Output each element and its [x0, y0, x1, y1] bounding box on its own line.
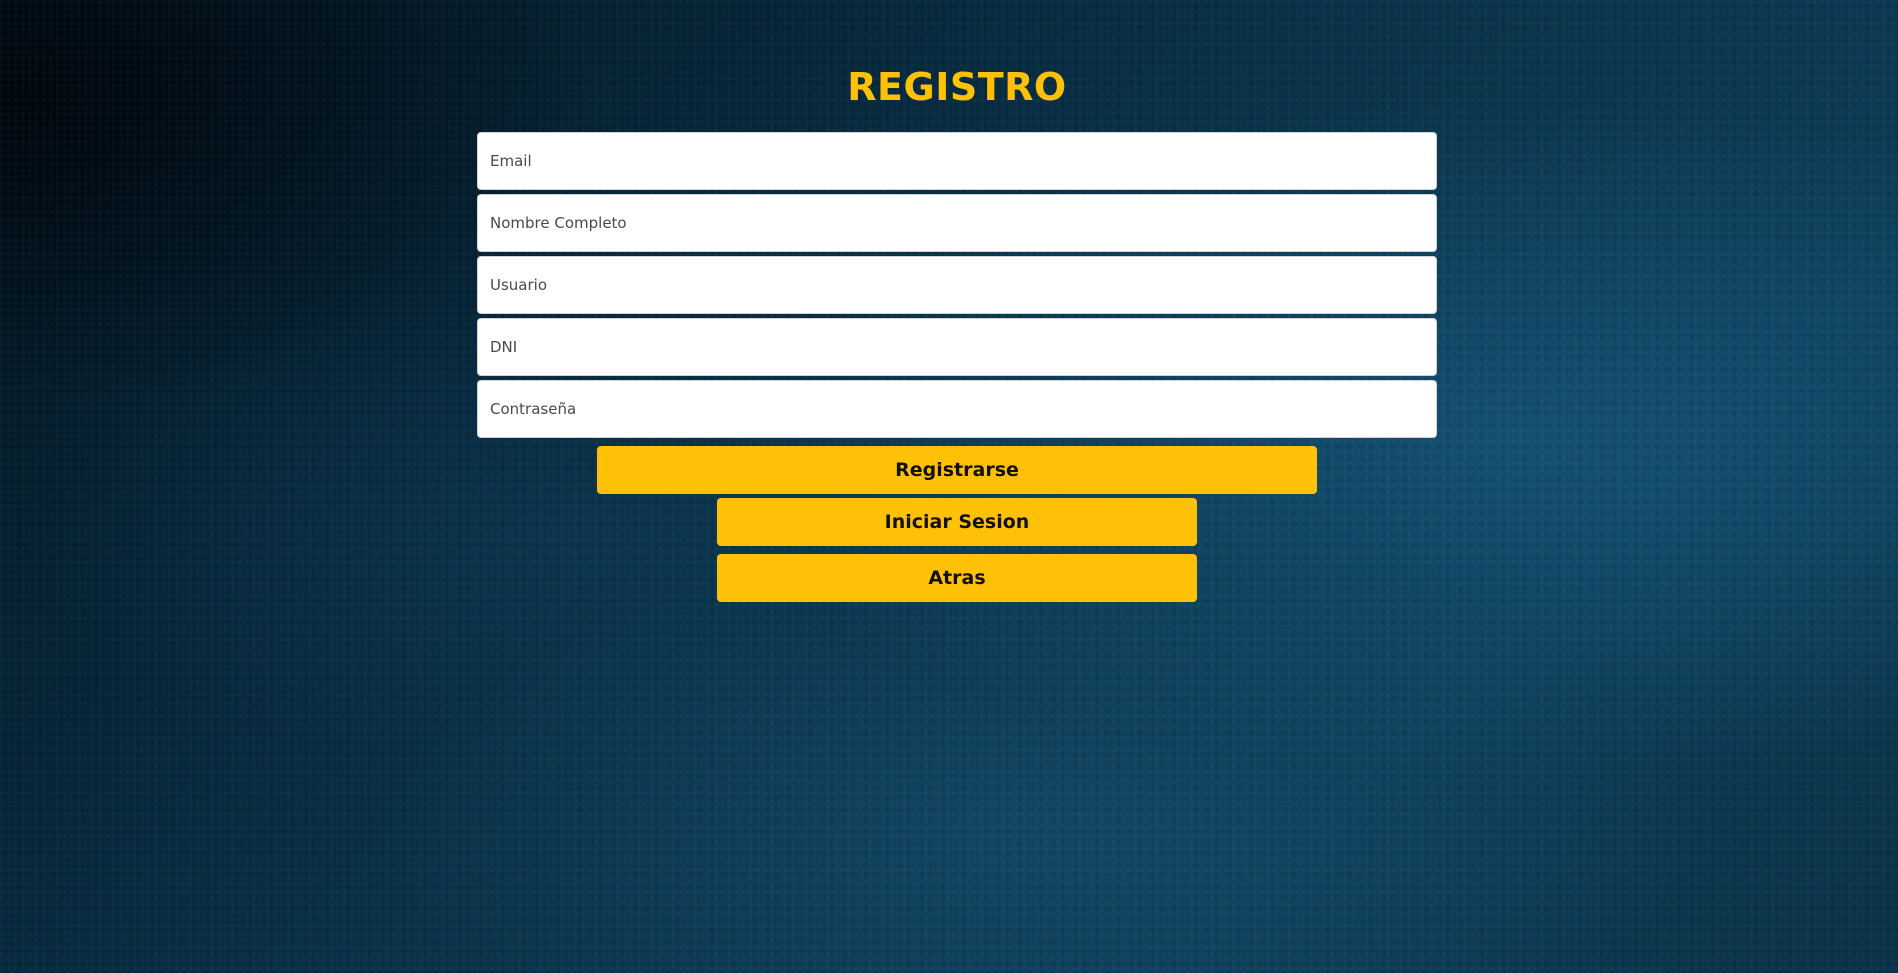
register-button[interactable]: Registrarse — [597, 446, 1317, 494]
password-field[interactable] — [477, 380, 1437, 438]
registration-form — [477, 132, 1437, 442]
login-button[interactable]: Iniciar Sesion — [717, 498, 1197, 546]
username-field[interactable] — [477, 256, 1437, 314]
email-field[interactable] — [477, 132, 1437, 190]
dni-field[interactable] — [477, 318, 1437, 376]
full-name-field[interactable] — [477, 194, 1437, 252]
back-button[interactable]: Atras — [717, 554, 1197, 602]
page-title: REGISTRO — [847, 65, 1067, 109]
